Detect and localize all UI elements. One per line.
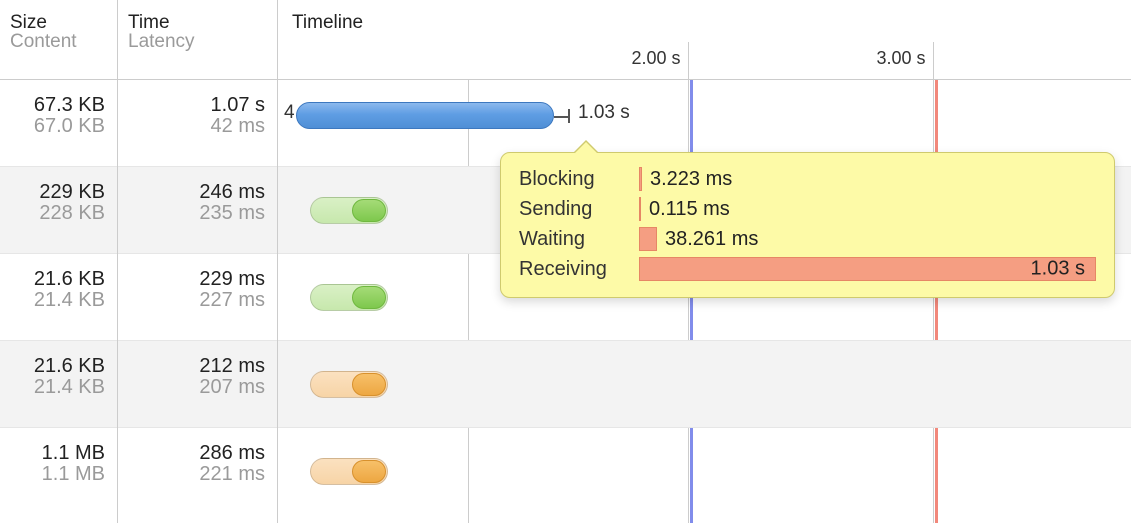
tooltip-row-sending: Sending 0.115 ms <box>519 197 1096 221</box>
timeline-tick-label: 3.00 s <box>876 48 925 69</box>
size-value: 21.6 KB <box>10 355 105 378</box>
table-row[interactable]: 229 KB 228 KB <box>0 167 117 254</box>
content-value: 1.1 MB <box>10 463 105 486</box>
timing-bar[interactable] <box>310 284 388 311</box>
table-row[interactable]: 67.3 KB 67.0 KB <box>0 80 117 167</box>
content-value: 21.4 KB <box>10 376 105 399</box>
table-row[interactable]: 212 ms 207 ms <box>118 341 277 428</box>
timeline-header-label: Timeline <box>292 12 1121 34</box>
timeline-tick-label: 2.00 s <box>631 48 680 69</box>
time-column: Time Latency 1.07 s 42 ms 246 ms 235 ms … <box>118 0 278 523</box>
content-value: 21.4 KB <box>10 289 105 312</box>
tooltip-bar <box>639 197 641 221</box>
time-header[interactable]: Time Latency <box>118 0 277 80</box>
timing-bar[interactable] <box>310 458 388 485</box>
time-value: 229 ms <box>128 268 265 291</box>
tooltip-value: 38.261 ms <box>665 228 758 251</box>
latency-value: 235 ms <box>128 202 265 225</box>
table-row[interactable]: 1.1 MB 1.1 MB <box>0 428 117 519</box>
timeline-row[interactable] <box>278 428 1131 519</box>
latency-value: 221 ms <box>128 463 265 486</box>
timeline-bar-duration-label: 1.03 s <box>578 102 630 124</box>
latency-value: 42 ms <box>128 115 265 138</box>
size-value: 67.3 KB <box>10 94 105 117</box>
tooltip-label: Sending <box>519 198 639 221</box>
tooltip-row-waiting: Waiting 38.261 ms <box>519 227 1096 251</box>
table-row[interactable]: 21.6 KB 21.4 KB <box>0 341 117 428</box>
tooltip-label: Waiting <box>519 228 639 251</box>
tooltip-value: 1.03 s <box>1031 258 1085 281</box>
tooltip-value: 0.115 ms <box>649 198 730 221</box>
timeline-row[interactable] <box>278 341 1131 428</box>
tooltip-row-blocking: Blocking 3.223 ms <box>519 167 1096 191</box>
table-row[interactable]: 229 ms 227 ms <box>118 254 277 341</box>
latency-header-label: Latency <box>128 31 267 53</box>
content-value: 228 KB <box>10 202 105 225</box>
timing-bar[interactable] <box>310 371 388 398</box>
timeline-bar-start-label: 4 <box>284 102 295 124</box>
timing-tooltip: Blocking 3.223 ms Sending 0.115 ms Waiti… <box>500 152 1115 298</box>
tooltip-row-receiving: Receiving 1.03 s <box>519 257 1096 281</box>
table-row[interactable]: 246 ms 235 ms <box>118 167 277 254</box>
tooltip-label: Receiving <box>519 258 639 281</box>
size-header[interactable]: Size Content <box>0 0 117 80</box>
time-value: 246 ms <box>128 181 265 204</box>
timing-bar[interactable] <box>310 197 388 224</box>
latency-value: 227 ms <box>128 289 265 312</box>
latency-value: 207 ms <box>128 376 265 399</box>
tooltip-bar: 1.03 s <box>639 257 1096 281</box>
content-header-label: Content <box>10 31 107 53</box>
timeline-header[interactable]: Timeline <box>278 0 1131 80</box>
size-value: 1.1 MB <box>10 442 105 465</box>
content-value: 67.0 KB <box>10 115 105 138</box>
time-value: 286 ms <box>128 442 265 465</box>
size-value: 21.6 KB <box>10 268 105 291</box>
size-value: 229 KB <box>10 181 105 204</box>
time-value: 1.07 s <box>128 94 265 117</box>
time-value: 212 ms <box>128 355 265 378</box>
tooltip-bar <box>639 167 642 191</box>
tooltip-bar <box>639 227 657 251</box>
tooltip-value: 3.223 ms <box>650 168 732 191</box>
table-row[interactable]: 21.6 KB 21.4 KB <box>0 254 117 341</box>
table-row[interactable]: 1.07 s 42 ms <box>118 80 277 167</box>
size-column: Size Content 67.3 KB 67.0 KB 229 KB 228 … <box>0 0 118 523</box>
tooltip-label: Blocking <box>519 168 639 191</box>
table-row[interactable]: 286 ms 221 ms <box>118 428 277 519</box>
timing-bar[interactable] <box>296 102 554 129</box>
